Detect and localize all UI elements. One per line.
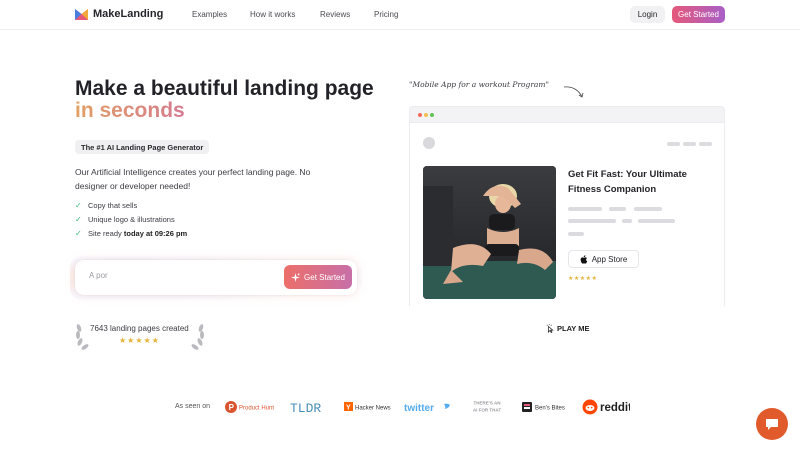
svg-text:Hacker News: Hacker News xyxy=(355,406,391,412)
prompt-input[interactable] xyxy=(89,271,259,280)
check-icon: ✓ xyxy=(75,228,82,238)
svg-text:TLDR: TLDR xyxy=(290,401,321,415)
ready-time: today at 09:26 pm xyxy=(123,228,188,238)
feature-item: ✓ Site ready today at 09:26 pm xyxy=(75,226,187,240)
press-logo-twitter[interactable]: twitter xyxy=(404,398,452,416)
svg-text:Product Hunt: Product Hunt xyxy=(239,406,274,412)
fitness-photo xyxy=(423,166,556,299)
preview-text-placeholder xyxy=(568,219,616,223)
play-me-label: PLAY ME xyxy=(557,324,590,333)
press-logo-hacker-news[interactable]: Y Hacker News xyxy=(344,398,394,416)
preview-text-placeholder xyxy=(638,219,675,223)
preview-text-placeholder xyxy=(622,219,632,223)
brand-name: MakeLanding xyxy=(93,7,164,20)
svg-text:Y: Y xyxy=(346,405,351,412)
prompt-get-started-button[interactable]: Get Started xyxy=(284,265,352,289)
reddit-logo-icon: reddit xyxy=(582,399,630,415)
press-logo-reddit[interactable]: reddit xyxy=(582,398,630,416)
nav-link-pricing[interactable]: Pricing xyxy=(374,10,398,19)
prompt-button-label: Get Started xyxy=(304,272,345,282)
sparkle-icon xyxy=(291,272,301,282)
preview-title: Get Fit Fast: Your Ultimate Fitness Comp… xyxy=(568,169,687,195)
svg-text:Ben's Bites: Ben's Bites xyxy=(535,406,565,412)
window-close-dot xyxy=(418,113,422,117)
hero-title-highlight: in seconds xyxy=(75,99,185,122)
rating-stars: ★★★★★ xyxy=(119,336,160,345)
pages-created-count: 7643 landing pages created xyxy=(90,324,189,333)
svg-text:THERE'S AN: THERE'S AN xyxy=(474,401,501,406)
feature-text-prefix: Site ready xyxy=(88,228,124,238)
nav-link-examples[interactable]: Examples xyxy=(192,10,250,19)
press-logo-tldr[interactable]: TLDR xyxy=(290,398,328,416)
check-icon: ✓ xyxy=(75,200,82,210)
hero-badge: The #1 AI Landing Page Generator xyxy=(75,140,210,154)
svg-text:reddit: reddit xyxy=(600,402,630,414)
chat-button[interactable] xyxy=(756,408,788,440)
chat-bubble-icon xyxy=(766,418,778,430)
apple-icon xyxy=(580,254,587,264)
press-logo-product-hunt[interactable]: P Product Hunt xyxy=(225,398,275,416)
arrow-doodle-icon xyxy=(563,86,584,98)
preview-text-placeholder xyxy=(609,207,626,211)
feature-list: ✓ Copy that sells ✓ Unique logo & illust… xyxy=(75,198,187,240)
makelanding-logo-icon xyxy=(75,7,88,20)
hacker-news-icon: Y Hacker News xyxy=(344,402,391,412)
brand-logo[interactable]: MakeLanding xyxy=(75,7,163,20)
preview-nav-placeholder xyxy=(699,142,712,146)
product-hunt-icon: P Product Hunt xyxy=(225,401,274,413)
feature-text: Unique logo & illustrations xyxy=(88,214,175,224)
check-icon: ✓ xyxy=(75,214,82,224)
app-store-label: App Store xyxy=(591,254,628,264)
prompt-box: Get Started xyxy=(75,260,357,295)
feature-item: ✓ Unique logo & illustrations xyxy=(75,212,187,226)
preview-annotation: "Mobile App for a workout Program" xyxy=(409,80,549,89)
fitness-image-icon xyxy=(423,166,556,299)
twitter-logo-icon: twitter xyxy=(404,403,450,414)
preview-avatar xyxy=(423,137,435,149)
press-logo-bens-bites[interactable]: Ben's Bites xyxy=(522,398,572,416)
feature-text: Copy that sells xyxy=(88,200,138,210)
window-minimize-dot xyxy=(424,113,428,117)
nav-get-started-button[interactable]: Get Started xyxy=(672,6,725,23)
bens-bites-icon: Ben's Bites xyxy=(522,402,565,412)
svg-text:P: P xyxy=(229,403,235,412)
hero-description: Our Artificial Intelligence creates your… xyxy=(75,167,311,191)
svg-text:twitter: twitter xyxy=(404,403,434,414)
window-maximize-dot xyxy=(430,113,434,117)
press-logo-theres-an-ai-for-that[interactable]: THERE'S AN AI FOR THAT xyxy=(463,398,511,416)
play-me-button[interactable]: PLAY ME xyxy=(546,324,590,333)
app-store-button[interactable]: App Store xyxy=(568,250,639,268)
hero-title: Make a beautiful landing page xyxy=(75,77,374,100)
preview-nav-placeholder xyxy=(667,142,680,146)
preview-text-placeholder xyxy=(568,232,584,236)
as-seen-on-label: As seen on xyxy=(175,403,211,410)
feature-item: ✓ Copy that sells xyxy=(75,198,187,212)
landing-preview-window: Get Fit Fast: Your Ultimate Fitness Comp… xyxy=(409,106,725,306)
theres-an-ai-for-that-icon: THERE'S AN AI FOR THAT xyxy=(473,401,501,413)
pointer-click-icon xyxy=(546,324,554,333)
feature-text: Site ready today at 09:26 pm xyxy=(88,229,187,238)
preview-text-placeholder xyxy=(634,207,662,211)
tldr-logo-icon: TLDR xyxy=(290,401,321,415)
preview-rating-stars: ★★★★★ xyxy=(568,276,598,282)
preview-window-bar xyxy=(410,107,724,123)
preview-text-placeholder xyxy=(568,207,602,211)
login-button[interactable]: Login xyxy=(630,6,665,23)
svg-text:AI FOR THAT: AI FOR THAT xyxy=(473,408,501,413)
preview-nav-placeholder xyxy=(683,142,696,146)
nav-link-reviews[interactable]: Reviews xyxy=(320,10,374,19)
top-nav: MakeLanding Examples How it works Review… xyxy=(0,0,800,30)
nav-link-how-it-works[interactable]: How it works xyxy=(250,10,320,19)
